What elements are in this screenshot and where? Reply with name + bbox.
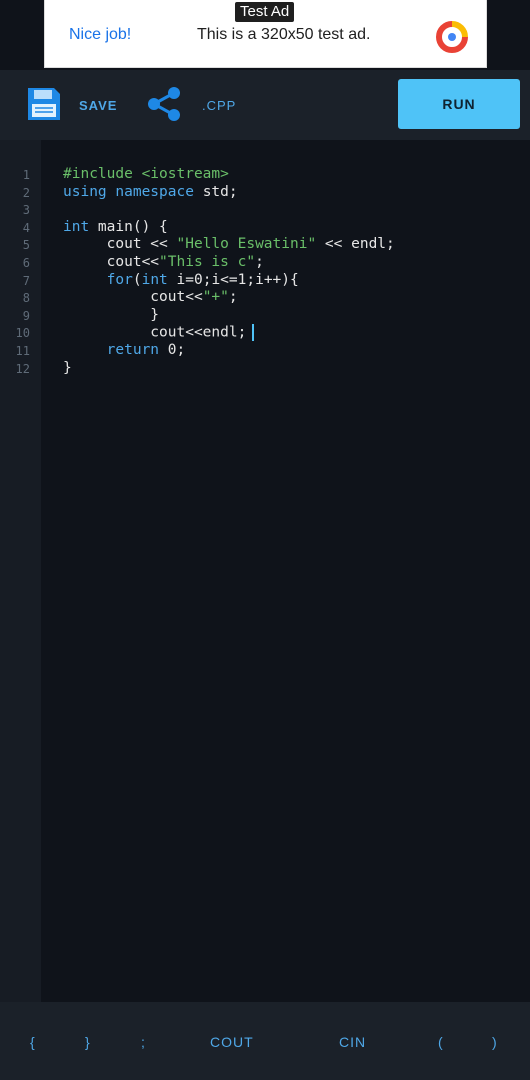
key-open-brace[interactable]: { (30, 1034, 35, 1050)
code-line[interactable]: int main() { (63, 219, 168, 237)
toolbar: SAVE .CPP RUN (0, 70, 530, 140)
quick-key-bar: { } ; COUT CIN ( ) (0, 1002, 530, 1080)
line-number: 6 (22, 256, 30, 270)
code-line[interactable]: cout<<"+"; (63, 289, 237, 307)
code-line[interactable]: cout<<endl; (63, 324, 255, 342)
run-button[interactable]: RUN (398, 79, 520, 129)
share-icon[interactable] (146, 86, 182, 122)
ad-text[interactable]: This is a 320x50 test ad. (197, 26, 370, 44)
code-line[interactable]: using namespace std; (63, 184, 238, 202)
ad-title[interactable]: Nice job! (69, 26, 131, 44)
key-close-brace[interactable]: } (85, 1034, 90, 1050)
line-number: 8 (22, 291, 30, 306)
ad-logo-icon (436, 21, 468, 53)
key-close-paren[interactable]: ) (492, 1034, 497, 1050)
file-type-button[interactable]: .CPP (202, 98, 236, 113)
ad-tag: Test Ad (235, 2, 295, 22)
code-line[interactable]: for(int i=0;i<=1;i++){ (63, 272, 299, 290)
line-number: 3 (22, 203, 30, 218)
code-line[interactable]: return 0; (63, 342, 186, 360)
ad-banner[interactable]: Test Ad Nice job! This is a 320x50 test … (44, 0, 487, 68)
text-cursor (252, 324, 255, 342)
line-number: 11 (15, 344, 30, 358)
save-icon[interactable] (26, 86, 62, 122)
line-number: 4 (22, 220, 30, 235)
code-editor[interactable]: #include <iostream> using namespace std;… (41, 140, 530, 1002)
key-semicolon[interactable]: ; (141, 1034, 145, 1050)
line-number: 5 (22, 238, 30, 253)
line-number-gutter: 1 2 3 4 5 6 7 8 9 10 11 12 (0, 140, 41, 1002)
line-number: 1 (22, 168, 30, 182)
code-line[interactable]: #include <iostream> (63, 166, 229, 184)
key-cin[interactable]: CIN (339, 1034, 366, 1050)
line-number: 9 (22, 308, 30, 323)
key-cout[interactable]: COUT (210, 1034, 254, 1050)
line-number: 2 (22, 185, 30, 200)
line-number: 12 (15, 361, 30, 376)
code-line[interactable]: cout << "Hello Eswatini" << endl; (63, 236, 395, 254)
line-number: 10 (15, 326, 30, 341)
code-line[interactable]: } (63, 307, 159, 325)
code-line[interactable]: } (63, 360, 72, 378)
key-open-paren[interactable]: ( (438, 1034, 443, 1050)
code-line[interactable]: cout<<"This is c"; (63, 254, 264, 272)
line-number: 7 (22, 273, 30, 288)
save-button[interactable]: SAVE (79, 98, 117, 113)
